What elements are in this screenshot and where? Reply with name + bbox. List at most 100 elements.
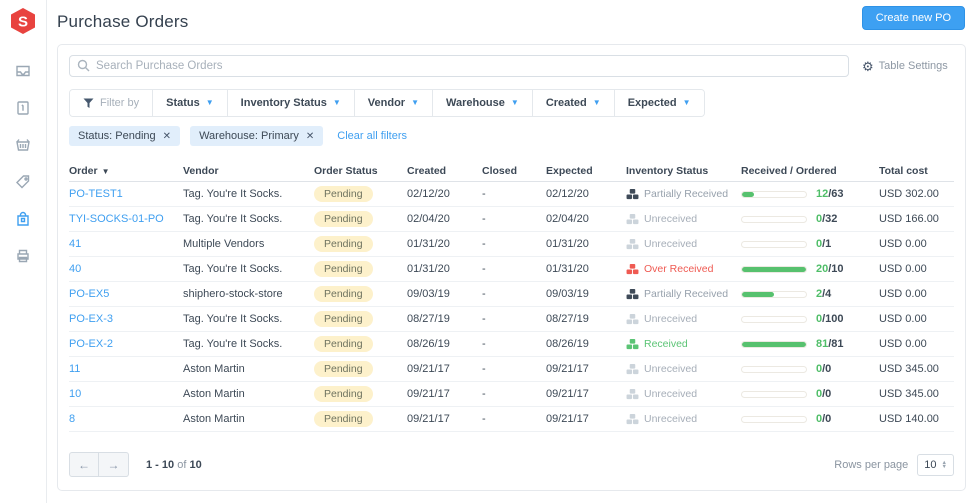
sidebar: S [0, 0, 47, 503]
filter-dropdown-vendor[interactable]: Vendor ▼ [353, 90, 432, 116]
vendor-cell: Tag. You're It Socks. [183, 213, 283, 225]
vendor-cell: Tag. You're It Socks. [183, 263, 283, 275]
filter-dropdown-inventory-status[interactable]: Inventory Status ▼ [226, 90, 354, 116]
status-badge: Pending [314, 236, 373, 252]
order-link[interactable]: PO-EX5 [69, 288, 183, 300]
search-input[interactable] [69, 55, 849, 77]
filter-dropdown-expected[interactable]: Expected ▼ [613, 90, 704, 116]
boxes-icon [626, 188, 639, 200]
progress-bar [741, 240, 807, 248]
close-icon[interactable]: ✕ [306, 131, 314, 142]
clear-all-filters-link[interactable]: Clear all filters [337, 130, 407, 142]
rows-per-page-value: 10 [924, 458, 937, 471]
prev-page-button[interactable]: ← [69, 452, 99, 477]
inventory-status-label: Partially Received [644, 188, 729, 200]
filter-dropdown-warehouse[interactable]: Warehouse ▼ [432, 90, 532, 116]
order-link[interactable]: PO-EX-2 [69, 338, 183, 350]
filter-dropdown-status[interactable]: Status ▼ [152, 90, 227, 116]
boxes-icon [626, 238, 639, 250]
sidebar-nav [15, 63, 31, 264]
boxes-icon [626, 413, 639, 425]
close-icon[interactable]: ✕ [163, 131, 171, 142]
created-cell: 09/21/17 [407, 363, 450, 375]
order-link[interactable]: PO-TEST1 [69, 188, 183, 200]
received-ordered-cell: 20/10 [741, 263, 879, 275]
purchase-orders-card: ⚙ Table Settings Filter by Status▼Invent… [57, 44, 966, 491]
order-link[interactable]: 11 [69, 363, 183, 375]
order-link[interactable]: 41 [69, 238, 183, 250]
gear-icon: ⚙ [862, 58, 874, 74]
table-row: 11 Aston Martin Pending 09/21/17 - 09/21… [69, 357, 954, 382]
received-ordered-cell: 2/4 [741, 288, 879, 300]
created-cell: 09/21/17 [407, 413, 450, 425]
purchase-orders-table: Order ▼ Vendor Order Status Created Close… [69, 160, 954, 432]
status-badge: Pending [314, 361, 373, 377]
toolbar: ⚙ Table Settings [69, 55, 954, 77]
order-link[interactable]: 8 [69, 413, 183, 425]
vendor-cell: Multiple Vendors [183, 238, 265, 250]
created-cell: 09/21/17 [407, 388, 450, 400]
closed-cell: - [482, 363, 486, 375]
order-link[interactable]: 10 [69, 388, 183, 400]
order-status-cell: Pending [314, 311, 407, 327]
vendor-cell: Tag. You're It Socks. [183, 188, 283, 200]
expected-cell: 09/21/17 [546, 363, 589, 375]
vendor-cell: Aston Martin [183, 388, 245, 400]
table-settings-button[interactable]: ⚙ Table Settings [862, 60, 954, 73]
col-header-inventory-status[interactable]: Inventory Status [626, 165, 741, 177]
progress-bar [741, 265, 807, 273]
col-header-received-ordered[interactable]: Received / Ordered [741, 165, 879, 177]
tag-icon[interactable] [15, 174, 31, 190]
boxes-icon [626, 213, 639, 225]
rows-per-page-label: Rows per page [834, 458, 909, 471]
order-link[interactable]: TYI-SOCKS-01-PO [69, 213, 183, 225]
rows-per-page-select[interactable]: 10 ▲ ▼ [917, 453, 954, 476]
printer-icon[interactable] [15, 248, 31, 264]
col-header-order[interactable]: Order ▼ [69, 165, 183, 177]
vendor-cell: Aston Martin [183, 413, 245, 425]
inventory-status-label: Unreceived [644, 238, 698, 250]
col-header-expected[interactable]: Expected [546, 165, 626, 177]
order-link[interactable]: 40 [69, 263, 183, 275]
chevron-down-icon: ▼ [682, 98, 691, 107]
shiphero-logo-icon[interactable]: S [9, 7, 37, 35]
order-status-cell: Pending [314, 236, 407, 252]
col-header-order-status[interactable]: Order Status [314, 165, 407, 177]
status-badge: Pending [314, 186, 373, 202]
inventory-status-label: Unreceived [644, 363, 698, 375]
col-header-closed[interactable]: Closed [482, 165, 546, 177]
basket-icon[interactable] [15, 137, 31, 153]
chevron-down-icon: ▼ [510, 98, 519, 107]
table-row: PO-TEST1 Tag. You're It Socks. Pending 0… [69, 182, 954, 207]
total-cost-cell: USD 0.00 [879, 263, 927, 275]
invoice-icon[interactable] [15, 100, 31, 116]
boxes-icon [626, 338, 639, 350]
col-header-total-cost[interactable]: Total cost [879, 165, 954, 177]
inventory-status-label: Received [644, 338, 688, 350]
inbox-tray-icon[interactable] [15, 63, 31, 79]
boxes-icon [626, 388, 639, 400]
inventory-status-label: Unreceived [644, 388, 698, 400]
expected-cell: 01/31/20 [546, 238, 589, 250]
expected-cell: 08/27/19 [546, 313, 589, 325]
boxes-icon [626, 313, 639, 325]
col-header-created[interactable]: Created [407, 165, 482, 177]
pager-buttons: ← → [69, 452, 129, 477]
purchase-orders-bag-icon[interactable] [15, 211, 31, 227]
filter-dropdown-created[interactable]: Created ▼ [531, 90, 614, 116]
create-new-po-button[interactable]: Create new PO [861, 6, 965, 30]
table-row: 41 Multiple Vendors Pending 01/31/20 - 0… [69, 232, 954, 257]
col-header-vendor[interactable]: Vendor [183, 165, 314, 177]
search-wrap [69, 55, 849, 77]
inventory-status-cell: Unreceived [626, 238, 741, 250]
total-cost-cell: USD 166.00 [879, 213, 939, 225]
expected-cell: 09/21/17 [546, 388, 589, 400]
filter-chip-warehouse[interactable]: Warehouse: Primary ✕ [190, 126, 324, 146]
table-row: 40 Tag. You're It Socks. Pending 01/31/2… [69, 257, 954, 282]
next-page-button[interactable]: → [99, 452, 129, 477]
filter-by-label: Filter by [70, 90, 153, 116]
closed-cell: - [482, 288, 486, 300]
filter-chip-status[interactable]: Status: Pending ✕ [69, 126, 181, 146]
progress-bar [741, 190, 807, 198]
order-link[interactable]: PO-EX-3 [69, 313, 183, 325]
